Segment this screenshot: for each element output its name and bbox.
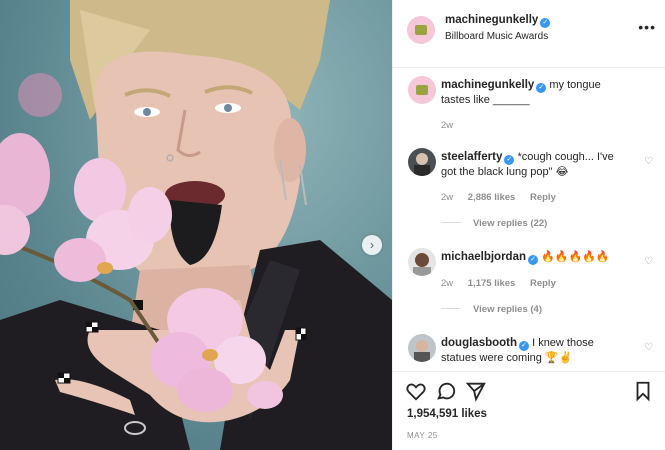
comment-text: michaelbjordan ✓ 🔥🔥🔥🔥🔥	[441, 250, 626, 265]
comment-text: douglasbooth ✓ I knew those statues were …	[441, 336, 626, 365]
comment-text: steelafferty ✓ *cough cough... I've got t…	[441, 150, 626, 179]
verified-badge-icon: ✓	[536, 83, 547, 93]
caption-text: machinegunkelly ✓ my tongue tastes like _…	[441, 78, 626, 107]
view-replies-label: View replies (22)	[473, 218, 548, 229]
commenter-avatar[interactable]	[408, 248, 436, 276]
post-actions: 1,954,591 likes MAY 25	[393, 371, 665, 450]
comment-username[interactable]: michaelbjordan	[441, 251, 526, 263]
author-avatar[interactable]	[407, 16, 435, 44]
avatar-image	[414, 340, 430, 362]
heart-icon[interactable]	[405, 380, 427, 402]
post-location[interactable]: Billboard Music Awards	[445, 31, 550, 42]
caption-username[interactable]: machinegunkelly	[441, 79, 534, 91]
verified-badge-icon: ✓	[519, 341, 530, 351]
bookmark-icon[interactable]	[632, 380, 654, 402]
divider	[441, 308, 461, 309]
comment-meta: 2w 2,886 likes Reply	[441, 192, 568, 203]
reply-button[interactable]: Reply	[530, 192, 556, 203]
avatar-image	[413, 253, 431, 276]
caption-age[interactable]: 2w	[441, 120, 453, 131]
comment-likes[interactable]: 2,886 likes	[468, 192, 516, 203]
heart-icon[interactable]: ♡	[644, 342, 653, 353]
caption-row: machinegunkelly ✓ my tongue tastes like _…	[408, 76, 653, 132]
comment-age[interactable]: 2w	[441, 192, 453, 203]
view-replies-button[interactable]: View replies (22)	[441, 218, 547, 229]
photo-illustration	[0, 0, 392, 450]
commenter-avatar[interactable]	[408, 334, 436, 362]
caption-avatar[interactable]	[408, 76, 436, 104]
paper-plane-icon[interactable]	[465, 380, 487, 402]
view-replies-label: View replies (4)	[473, 304, 542, 315]
verified-badge-icon: ✓	[540, 18, 551, 28]
comment-item: steelafferty ✓ *cough cough... I've got t…	[408, 148, 653, 238]
instagram-post: › machinegunkelly ✓ Billboard Music Award…	[0, 0, 665, 450]
divider	[441, 222, 461, 223]
comment-meta: 2w 1,175 likes Reply	[441, 278, 568, 289]
author-block: machinegunkelly ✓ Billboard Music Awards	[445, 14, 551, 42]
comment-username[interactable]: steelafferty	[441, 151, 502, 163]
verified-badge-icon: ✓	[504, 155, 515, 165]
heart-icon[interactable]: ♡	[644, 256, 653, 267]
chevron-right-icon[interactable]: ›	[362, 235, 382, 255]
reply-button[interactable]: Reply	[530, 278, 556, 289]
avatar-image	[415, 25, 427, 35]
comment-username[interactable]: douglasbooth	[441, 337, 517, 349]
comment-age[interactable]: 2w	[441, 278, 453, 289]
avatar-image	[416, 85, 428, 95]
comment-icon[interactable]	[435, 380, 457, 402]
comment-likes[interactable]: 1,175 likes	[468, 278, 516, 289]
post-side-panel: machinegunkelly ✓ Billboard Music Awards …	[392, 0, 665, 450]
avatar-image	[414, 153, 430, 176]
comment-body: 🔥🔥🔥🔥🔥	[541, 251, 610, 263]
author-username[interactable]: machinegunkelly	[445, 14, 538, 26]
post-header: machinegunkelly ✓ Billboard Music Awards …	[393, 0, 665, 68]
likes-count[interactable]: 1,954,591 likes	[407, 408, 487, 420]
comment-item: douglasbooth ✓ I knew those statues were …	[408, 334, 653, 368]
caption-meta: 2w	[441, 120, 465, 131]
verified-badge-icon: ✓	[528, 255, 538, 265]
comment-item: michaelbjordan ✓ 🔥🔥🔥🔥🔥 ♡ 2w 1,175 likes R…	[408, 248, 653, 323]
more-options-icon[interactable]: •••	[638, 19, 656, 35]
post-photo[interactable]: ›	[0, 0, 392, 450]
commenter-avatar[interactable]	[408, 148, 436, 176]
heart-icon[interactable]: ♡	[644, 156, 653, 167]
view-replies-button[interactable]: View replies (4)	[441, 304, 542, 315]
post-date[interactable]: MAY 25	[407, 431, 438, 440]
